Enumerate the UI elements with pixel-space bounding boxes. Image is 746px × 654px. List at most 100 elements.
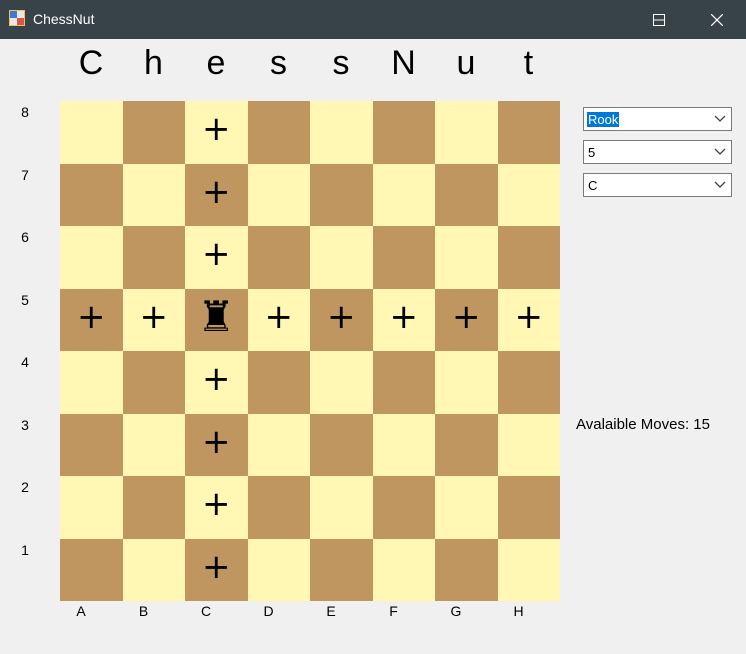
move-marker-icon: +: [202, 421, 231, 462]
move-marker-icon: +: [202, 546, 231, 587]
square-d1[interactable]: [247, 538, 310, 601]
square-a7[interactable]: [60, 163, 123, 226]
file-select-value: C: [588, 178, 598, 193]
move-marker-icon: +: [202, 234, 231, 275]
square-e7[interactable]: [310, 163, 373, 226]
square-b1[interactable]: [122, 538, 185, 601]
move-marker-icon: +: [77, 296, 106, 337]
square-h5[interactable]: +: [497, 288, 560, 351]
square-e4[interactable]: [310, 351, 373, 414]
square-a2[interactable]: [60, 476, 123, 539]
close-icon: [711, 13, 723, 26]
square-h3[interactable]: [497, 413, 560, 476]
square-h6[interactable]: [497, 226, 560, 289]
file-label: C: [200, 603, 212, 619]
square-a3[interactable]: [60, 413, 123, 476]
square-b3[interactable]: [122, 413, 185, 476]
square-e3[interactable]: [310, 413, 373, 476]
file-label: D: [263, 603, 274, 619]
file-select[interactable]: C: [583, 173, 732, 197]
square-f5[interactable]: +: [372, 288, 435, 351]
file-label: E: [326, 603, 336, 619]
heading-letter: e: [206, 44, 226, 82]
move-marker-icon: +: [514, 296, 544, 337]
square-h8[interactable]: [497, 101, 560, 164]
square-d6[interactable]: [247, 226, 310, 289]
move-marker-icon: +: [264, 296, 294, 337]
square-e1[interactable]: [310, 538, 373, 601]
square-f3[interactable]: [372, 413, 435, 476]
square-a4[interactable]: [60, 351, 123, 414]
square-e6[interactable]: [310, 226, 373, 289]
square-g4[interactable]: [435, 351, 498, 414]
square-f4[interactable]: [372, 351, 435, 414]
square-d3[interactable]: [247, 413, 310, 476]
maximize-button[interactable]: [630, 0, 688, 39]
close-button[interactable]: [688, 0, 746, 39]
square-f2[interactable]: [372, 476, 435, 539]
square-g1[interactable]: [435, 538, 498, 601]
available-moves-label: Avalaible Moves: 15: [576, 416, 710, 433]
square-b4[interactable]: [122, 351, 185, 414]
square-g8[interactable]: [435, 101, 498, 164]
file-label: G: [450, 603, 462, 619]
move-marker-icon: +: [327, 296, 356, 337]
file-label: H: [513, 603, 524, 619]
rank-label: 1: [21, 541, 29, 558]
square-f7[interactable]: [372, 163, 435, 226]
square-b6[interactable]: [122, 226, 185, 289]
square-a8[interactable]: [60, 101, 123, 164]
square-d4[interactable]: [247, 351, 310, 414]
square-b8[interactable]: [122, 101, 185, 164]
rank-label: 6: [21, 229, 29, 245]
piece-select-value: Rook: [587, 112, 620, 127]
square-h4[interactable]: [497, 351, 560, 414]
square-c2[interactable]: +: [185, 476, 248, 539]
rank-label: 7: [21, 166, 29, 183]
move-marker-icon: +: [202, 109, 231, 150]
move-marker-icon: +: [202, 484, 231, 525]
chevron-down-icon: [714, 181, 726, 188]
square-d7[interactable]: [247, 163, 310, 226]
square-c7[interactable]: +: [185, 163, 248, 226]
square-g5[interactable]: +: [435, 288, 498, 351]
square-c5[interactable]: ♜: [185, 288, 248, 351]
square-c6[interactable]: +: [185, 226, 248, 289]
square-g6[interactable]: [435, 226, 498, 289]
file-label: A: [76, 603, 86, 619]
square-a1[interactable]: [60, 538, 123, 601]
square-f6[interactable]: [372, 226, 435, 289]
square-c1[interactable]: +: [185, 538, 248, 601]
square-a6[interactable]: [60, 226, 123, 289]
square-e2[interactable]: [310, 476, 373, 539]
piece-select[interactable]: Rook: [583, 107, 732, 131]
square-d8[interactable]: [247, 101, 310, 164]
rank-label: 5: [21, 291, 29, 308]
square-f8[interactable]: [372, 101, 435, 164]
square-d2[interactable]: [247, 476, 310, 539]
square-h2[interactable]: [497, 476, 560, 539]
square-h1[interactable]: [497, 538, 560, 601]
square-e8[interactable]: [310, 101, 373, 164]
heading-letter: N: [391, 44, 416, 82]
square-e5[interactable]: +: [310, 288, 373, 351]
square-a5[interactable]: +: [60, 288, 123, 351]
rook-piece[interactable]: ♜: [197, 295, 235, 338]
square-c3[interactable]: +: [185, 413, 248, 476]
square-g3[interactable]: [435, 413, 498, 476]
square-c4[interactable]: +: [185, 351, 248, 414]
square-g2[interactable]: [435, 476, 498, 539]
square-d5[interactable]: +: [247, 288, 310, 351]
maximize-icon: [653, 13, 665, 26]
rank-label: 4: [21, 354, 29, 370]
rank-select[interactable]: 5: [583, 140, 732, 164]
square-b5[interactable]: +: [122, 288, 185, 351]
heading-letter: u: [456, 44, 476, 82]
file-label: F: [389, 603, 398, 619]
square-g7[interactable]: [435, 163, 498, 226]
square-b7[interactable]: [122, 163, 185, 226]
square-h7[interactable]: [497, 163, 560, 226]
square-c8[interactable]: +: [185, 101, 248, 164]
square-b2[interactable]: [122, 476, 185, 539]
square-f1[interactable]: [372, 538, 435, 601]
